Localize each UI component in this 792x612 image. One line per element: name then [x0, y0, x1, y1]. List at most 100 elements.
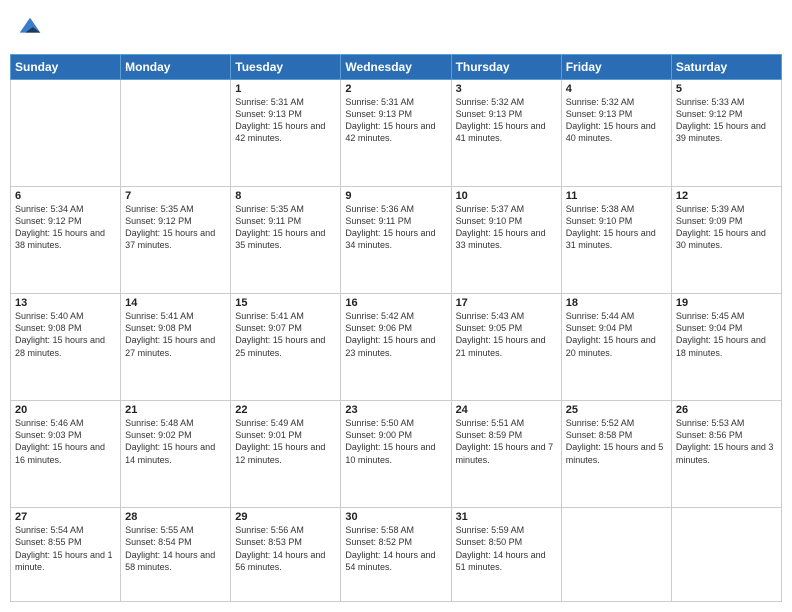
day-info: Sunrise: 5:31 AM Sunset: 9:13 PM Dayligh…: [345, 96, 446, 145]
day-number: 20: [15, 404, 116, 416]
day-number: 19: [676, 297, 777, 309]
day-info: Sunrise: 5:44 AM Sunset: 9:04 PM Dayligh…: [566, 310, 667, 359]
day-info: Sunrise: 5:56 AM Sunset: 8:53 PM Dayligh…: [235, 524, 336, 573]
day-info: Sunrise: 5:43 AM Sunset: 9:05 PM Dayligh…: [456, 310, 557, 359]
day-number: 27: [15, 511, 116, 523]
day-info: Sunrise: 5:50 AM Sunset: 9:00 PM Dayligh…: [345, 417, 446, 466]
table-row: [561, 508, 671, 602]
day-number: 4: [566, 83, 667, 95]
day-info: Sunrise: 5:32 AM Sunset: 9:13 PM Dayligh…: [566, 96, 667, 145]
day-info: Sunrise: 5:45 AM Sunset: 9:04 PM Dayligh…: [676, 310, 777, 359]
day-number: 3: [456, 83, 557, 95]
table-row: 23Sunrise: 5:50 AM Sunset: 9:00 PM Dayli…: [341, 401, 451, 508]
day-info: Sunrise: 5:49 AM Sunset: 9:01 PM Dayligh…: [235, 417, 336, 466]
weekday-header: Friday: [561, 55, 671, 80]
calendar-week-row: 13Sunrise: 5:40 AM Sunset: 9:08 PM Dayli…: [11, 294, 782, 401]
day-info: Sunrise: 5:35 AM Sunset: 9:11 PM Dayligh…: [235, 203, 336, 252]
day-number: 1: [235, 83, 336, 95]
day-info: Sunrise: 5:40 AM Sunset: 9:08 PM Dayligh…: [15, 310, 116, 359]
day-info: Sunrise: 5:38 AM Sunset: 9:10 PM Dayligh…: [566, 203, 667, 252]
table-row: [671, 508, 781, 602]
table-row: 13Sunrise: 5:40 AM Sunset: 9:08 PM Dayli…: [11, 294, 121, 401]
weekday-header: Sunday: [11, 55, 121, 80]
day-info: Sunrise: 5:59 AM Sunset: 8:50 PM Dayligh…: [456, 524, 557, 573]
day-info: Sunrise: 5:48 AM Sunset: 9:02 PM Dayligh…: [125, 417, 226, 466]
day-info: Sunrise: 5:36 AM Sunset: 9:11 PM Dayligh…: [345, 203, 446, 252]
day-number: 8: [235, 190, 336, 202]
table-row: 1Sunrise: 5:31 AM Sunset: 9:13 PM Daylig…: [231, 80, 341, 187]
day-info: Sunrise: 5:33 AM Sunset: 9:12 PM Dayligh…: [676, 96, 777, 145]
day-number: 15: [235, 297, 336, 309]
day-info: Sunrise: 5:46 AM Sunset: 9:03 PM Dayligh…: [15, 417, 116, 466]
day-number: 9: [345, 190, 446, 202]
day-info: Sunrise: 5:53 AM Sunset: 8:56 PM Dayligh…: [676, 417, 777, 466]
day-number: 6: [15, 190, 116, 202]
day-info: Sunrise: 5:51 AM Sunset: 8:59 PM Dayligh…: [456, 417, 557, 466]
day-number: 11: [566, 190, 667, 202]
table-row: [121, 80, 231, 187]
table-row: 11Sunrise: 5:38 AM Sunset: 9:10 PM Dayli…: [561, 187, 671, 294]
table-row: 12Sunrise: 5:39 AM Sunset: 9:09 PM Dayli…: [671, 187, 781, 294]
day-info: Sunrise: 5:32 AM Sunset: 9:13 PM Dayligh…: [456, 96, 557, 145]
table-row: 6Sunrise: 5:34 AM Sunset: 9:12 PM Daylig…: [11, 187, 121, 294]
day-info: Sunrise: 5:37 AM Sunset: 9:10 PM Dayligh…: [456, 203, 557, 252]
table-row: 10Sunrise: 5:37 AM Sunset: 9:10 PM Dayli…: [451, 187, 561, 294]
logo: [16, 14, 48, 42]
table-row: 27Sunrise: 5:54 AM Sunset: 8:55 PM Dayli…: [11, 508, 121, 602]
table-row: 2Sunrise: 5:31 AM Sunset: 9:13 PM Daylig…: [341, 80, 451, 187]
day-number: 21: [125, 404, 226, 416]
weekday-header: Saturday: [671, 55, 781, 80]
day-number: 17: [456, 297, 557, 309]
table-row: 7Sunrise: 5:35 AM Sunset: 9:12 PM Daylig…: [121, 187, 231, 294]
table-row: 3Sunrise: 5:32 AM Sunset: 9:13 PM Daylig…: [451, 80, 561, 187]
day-number: 2: [345, 83, 446, 95]
day-number: 23: [345, 404, 446, 416]
table-row: 26Sunrise: 5:53 AM Sunset: 8:56 PM Dayli…: [671, 401, 781, 508]
table-row: 30Sunrise: 5:58 AM Sunset: 8:52 PM Dayli…: [341, 508, 451, 602]
day-info: Sunrise: 5:54 AM Sunset: 8:55 PM Dayligh…: [15, 524, 116, 573]
day-info: Sunrise: 5:34 AM Sunset: 9:12 PM Dayligh…: [15, 203, 116, 252]
day-number: 14: [125, 297, 226, 309]
table-row: 24Sunrise: 5:51 AM Sunset: 8:59 PM Dayli…: [451, 401, 561, 508]
weekday-header: Monday: [121, 55, 231, 80]
day-info: Sunrise: 5:41 AM Sunset: 9:07 PM Dayligh…: [235, 310, 336, 359]
calendar-header-row: SundayMondayTuesdayWednesdayThursdayFrid…: [11, 55, 782, 80]
table-row: 18Sunrise: 5:44 AM Sunset: 9:04 PM Dayli…: [561, 294, 671, 401]
day-number: 18: [566, 297, 667, 309]
day-info: Sunrise: 5:35 AM Sunset: 9:12 PM Dayligh…: [125, 203, 226, 252]
day-number: 24: [456, 404, 557, 416]
day-info: Sunrise: 5:42 AM Sunset: 9:06 PM Dayligh…: [345, 310, 446, 359]
logo-icon: [16, 14, 44, 42]
table-row: [11, 80, 121, 187]
day-info: Sunrise: 5:55 AM Sunset: 8:54 PM Dayligh…: [125, 524, 226, 573]
day-number: 12: [676, 190, 777, 202]
day-number: 5: [676, 83, 777, 95]
calendar-week-row: 6Sunrise: 5:34 AM Sunset: 9:12 PM Daylig…: [11, 187, 782, 294]
table-row: 21Sunrise: 5:48 AM Sunset: 9:02 PM Dayli…: [121, 401, 231, 508]
table-row: 20Sunrise: 5:46 AM Sunset: 9:03 PM Dayli…: [11, 401, 121, 508]
table-row: 29Sunrise: 5:56 AM Sunset: 8:53 PM Dayli…: [231, 508, 341, 602]
weekday-header: Thursday: [451, 55, 561, 80]
table-row: 17Sunrise: 5:43 AM Sunset: 9:05 PM Dayli…: [451, 294, 561, 401]
day-info: Sunrise: 5:58 AM Sunset: 8:52 PM Dayligh…: [345, 524, 446, 573]
table-row: 19Sunrise: 5:45 AM Sunset: 9:04 PM Dayli…: [671, 294, 781, 401]
day-info: Sunrise: 5:31 AM Sunset: 9:13 PM Dayligh…: [235, 96, 336, 145]
day-number: 26: [676, 404, 777, 416]
day-number: 13: [15, 297, 116, 309]
calendar-week-row: 1Sunrise: 5:31 AM Sunset: 9:13 PM Daylig…: [11, 80, 782, 187]
day-number: 10: [456, 190, 557, 202]
page: SundayMondayTuesdayWednesdayThursdayFrid…: [0, 0, 792, 612]
day-info: Sunrise: 5:39 AM Sunset: 9:09 PM Dayligh…: [676, 203, 777, 252]
table-row: 15Sunrise: 5:41 AM Sunset: 9:07 PM Dayli…: [231, 294, 341, 401]
table-row: 31Sunrise: 5:59 AM Sunset: 8:50 PM Dayli…: [451, 508, 561, 602]
table-row: 14Sunrise: 5:41 AM Sunset: 9:08 PM Dayli…: [121, 294, 231, 401]
day-number: 29: [235, 511, 336, 523]
day-info: Sunrise: 5:52 AM Sunset: 8:58 PM Dayligh…: [566, 417, 667, 466]
table-row: 9Sunrise: 5:36 AM Sunset: 9:11 PM Daylig…: [341, 187, 451, 294]
day-number: 25: [566, 404, 667, 416]
header: [10, 10, 782, 46]
table-row: 8Sunrise: 5:35 AM Sunset: 9:11 PM Daylig…: [231, 187, 341, 294]
day-number: 31: [456, 511, 557, 523]
table-row: 5Sunrise: 5:33 AM Sunset: 9:12 PM Daylig…: [671, 80, 781, 187]
table-row: 22Sunrise: 5:49 AM Sunset: 9:01 PM Dayli…: [231, 401, 341, 508]
